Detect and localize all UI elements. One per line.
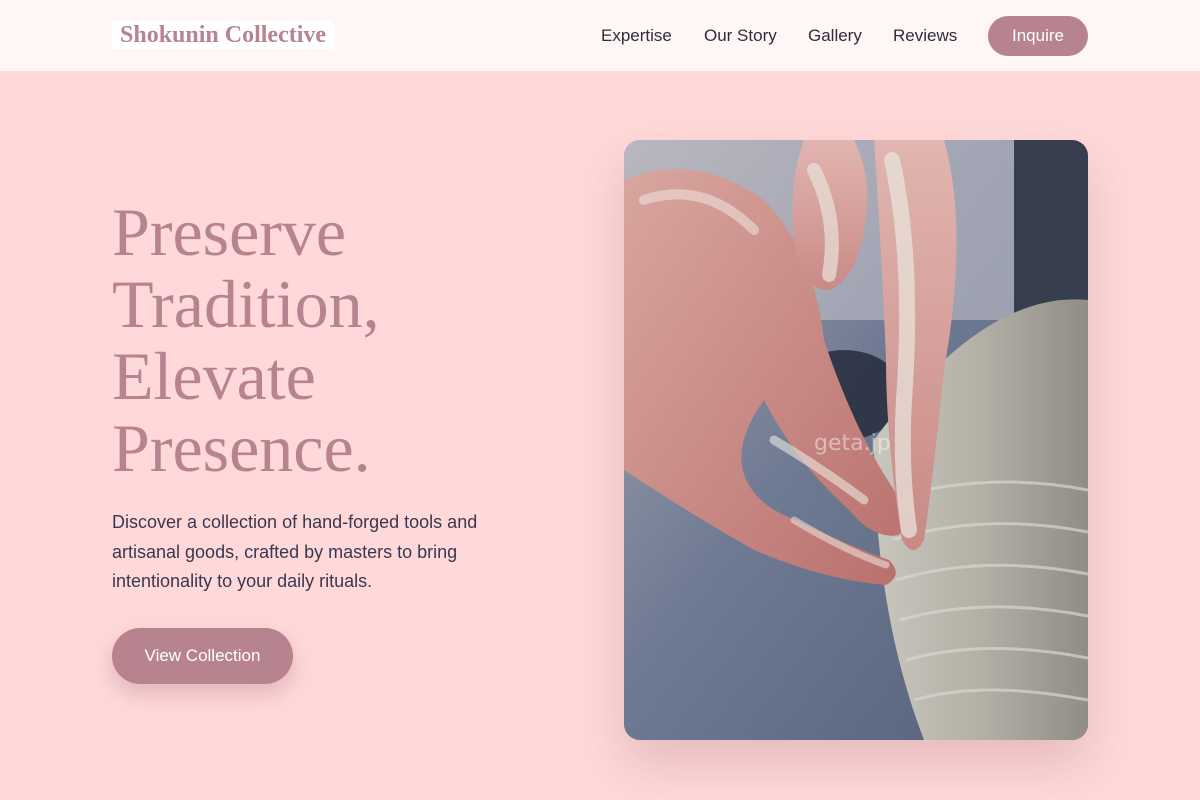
nav-link-expertise[interactable]: Expertise — [601, 24, 672, 48]
nav-link-gallery[interactable]: Gallery — [808, 24, 862, 48]
view-collection-button[interactable]: View Collection — [112, 628, 293, 684]
hero-headline: Preserve Tradition, Elevate Presence. — [112, 196, 552, 484]
headline-line: Tradition, — [112, 266, 380, 342]
image-watermark: geta.jp — [814, 431, 891, 456]
inquire-button[interactable]: Inquire — [988, 16, 1088, 56]
nav-link-reviews[interactable]: Reviews — [893, 24, 957, 48]
headline-line: Elevate — [112, 338, 316, 414]
site-header: Shokunin Collective Expertise Our Story … — [0, 0, 1200, 72]
hero-pottery-image: geta.jp — [624, 140, 1088, 740]
headline-line: Preserve — [112, 194, 347, 270]
nav-link-our-story[interactable]: Our Story — [704, 24, 777, 48]
hero-description: Discover a collection of hand-forged too… — [112, 512, 478, 591]
headline-line: Presence. — [112, 410, 371, 486]
